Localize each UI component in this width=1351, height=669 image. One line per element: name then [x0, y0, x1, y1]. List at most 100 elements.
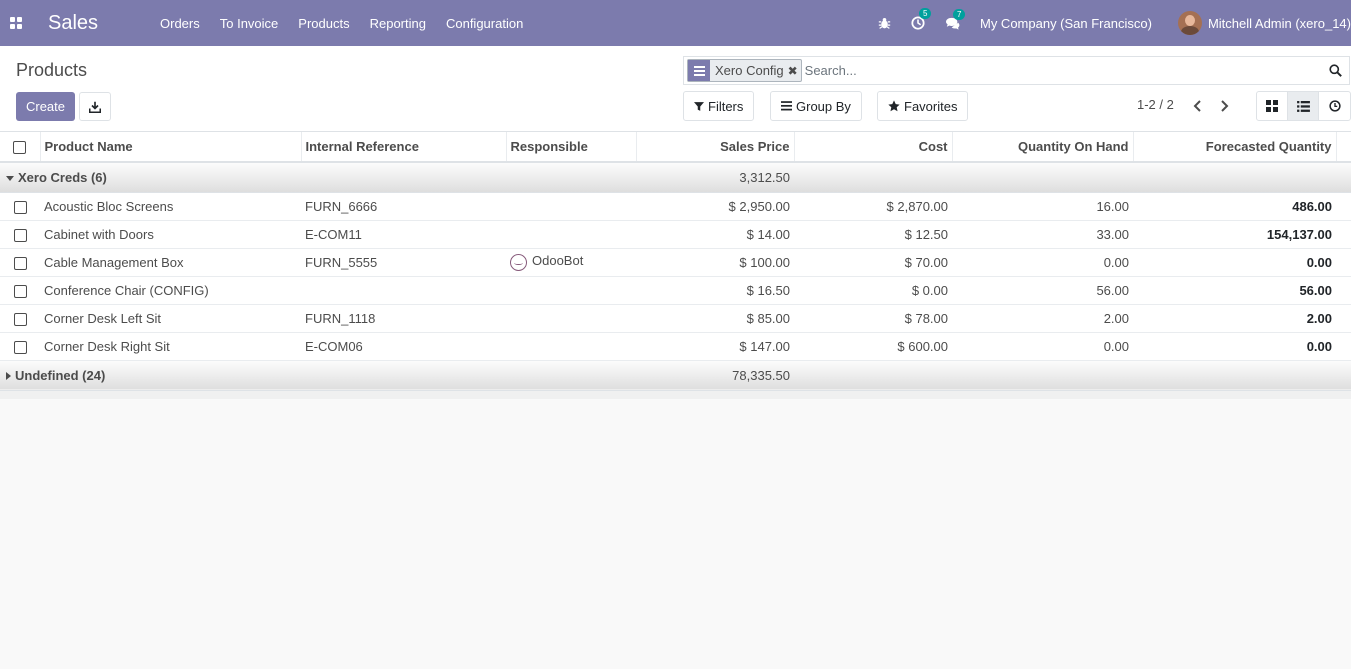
filters-button[interactable]: Filters [683, 91, 755, 121]
cell-responsible [506, 332, 636, 361]
cell-responsible [506, 192, 636, 221]
group-by-button[interactable]: Group By [770, 91, 862, 121]
user-menu[interactable]: Mitchell Admin (xero_14) [1177, 11, 1351, 35]
table-row[interactable]: Cable Management Box FURN_5555 OdooBot $… [0, 248, 1351, 277]
cell-qty-on-hand: 0.00 [952, 332, 1133, 361]
group-label: Xero Creds (6) [18, 169, 107, 185]
group-row[interactable]: Xero Creds (6) 3,312.50 [0, 162, 1351, 193]
favorites-label: Favorites [904, 98, 958, 114]
col-forecasted-quantity[interactable]: Forecasted Quantity [1133, 132, 1337, 163]
table-footer [0, 390, 1351, 399]
table-row[interactable]: Cabinet with Doors E-COM11 $ 14.00 $ 12.… [0, 220, 1351, 249]
row-checkbox[interactable] [13, 228, 27, 242]
cell-product-name: Cable Management Box [40, 248, 301, 277]
cell-internal-reference: FURN_1118 [301, 304, 506, 333]
cell-qty-on-hand: 2.00 [952, 304, 1133, 333]
table-row[interactable]: Corner Desk Right Sit E-COM06 $ 147.00 $… [0, 332, 1351, 361]
pager-next-icon[interactable] [1214, 96, 1236, 116]
row-checkbox[interactable] [13, 200, 27, 214]
kanban-view-icon[interactable] [1257, 92, 1288, 120]
cell-forecast: 154,137.00 [1133, 220, 1336, 249]
cell-sales-price: $ 147.00 [636, 332, 794, 361]
row-checkbox[interactable] [13, 256, 27, 270]
apps-menu-icon[interactable] [0, 0, 32, 46]
cell-qty-on-hand: 16.00 [952, 192, 1133, 221]
cell-forecast: 0.00 [1133, 248, 1336, 277]
cell-responsible-wrap: OdooBot [506, 248, 636, 277]
cell-qty-on-hand: 56.00 [952, 276, 1133, 305]
app-name[interactable]: Sales [48, 12, 160, 35]
row-checkbox[interactable] [13, 284, 27, 298]
download-icon [89, 101, 101, 113]
product-table: Product Name Internal Reference Responsi… [0, 132, 1351, 391]
pager-previous-icon[interactable] [1186, 96, 1208, 116]
col-sales-price[interactable]: Sales Price [636, 132, 795, 163]
activity-clock-icon[interactable]: 5 [911, 8, 932, 30]
cell-forecast: 56.00 [1133, 276, 1336, 305]
cell-responsible [506, 304, 636, 333]
list-view-icon[interactable] [1288, 92, 1319, 120]
group-label: Undefined (24) [15, 367, 106, 383]
row-checkbox[interactable] [13, 312, 27, 326]
favorites-button[interactable]: Favorites [877, 91, 969, 121]
select-all-checkbox[interactable] [13, 141, 27, 155]
col-responsible[interactable]: Responsible [506, 132, 637, 163]
cell-product-name: Corner Desk Right Sit [40, 332, 301, 361]
col-cost[interactable]: Cost [794, 132, 953, 163]
pager-value[interactable]: 1-2 / 2 [1137, 97, 1174, 112]
row-checkbox[interactable] [13, 340, 27, 354]
activity-view-icon[interactable] [1319, 92, 1350, 120]
cell-sales-price: $ 2,950.00 [636, 192, 794, 221]
filter-group-icon [688, 60, 710, 81]
filters-label: Filters [708, 98, 744, 114]
chat-icon[interactable]: 7 [945, 8, 966, 30]
facet-remove-icon[interactable]: ✖ [788, 64, 799, 78]
cell-sales-price: $ 100.00 [636, 248, 794, 277]
company-switcher[interactable]: My Company (San Francisco) [980, 16, 1152, 31]
menu-to-invoice[interactable]: To Invoice [220, 16, 279, 31]
table-row[interactable]: Conference Chair (CONFIG) $ 16.50 $ 0.00… [0, 276, 1351, 305]
list-icon [781, 101, 792, 111]
menu-orders[interactable]: Orders [160, 16, 200, 31]
col-quantity-on-hand[interactable]: Quantity On Hand [952, 132, 1134, 163]
table-header: Product Name Internal Reference Responsi… [0, 132, 1351, 163]
star-icon [888, 100, 900, 112]
cell-cost: $ 0.00 [794, 276, 952, 305]
menu-configuration[interactable]: Configuration [446, 16, 523, 31]
download-button[interactable] [79, 92, 111, 121]
cell-responsible: OdooBot [532, 253, 584, 269]
odoobot-avatar-icon [510, 253, 527, 271]
cell-forecast: 0.00 [1133, 332, 1336, 361]
group-row[interactable]: Undefined (24) 78,335.50 [0, 360, 1351, 391]
search-facet: Xero Config ✖ [687, 59, 802, 82]
cell-responsible [506, 276, 636, 305]
cell-product-name: Acoustic Bloc Screens [40, 192, 301, 221]
col-product-name[interactable]: Product Name [40, 132, 302, 163]
view-switcher [1256, 91, 1351, 121]
search-bar: Xero Config ✖ [683, 56, 1350, 85]
create-button[interactable]: Create [16, 92, 75, 121]
col-internal-reference[interactable]: Internal Reference [301, 132, 507, 163]
cell-product-name: Conference Chair (CONFIG) [40, 276, 301, 305]
col-optional[interactable] [1336, 132, 1351, 163]
cell-product-name: Cabinet with Doors [40, 220, 301, 249]
cell-cost: $ 70.00 [794, 248, 952, 277]
search-icon[interactable] [1325, 64, 1345, 77]
filter-icon [694, 101, 704, 111]
group-sales-total: 3,312.50 [636, 162, 794, 193]
user-name: Mitchell Admin (xero_14) [1207, 15, 1351, 31]
facet-label: Xero Config [715, 63, 784, 78]
activity-badge: 5 [918, 8, 932, 19]
menu-reporting[interactable]: Reporting [370, 16, 426, 31]
cell-sales-price: $ 85.00 [636, 304, 794, 333]
cell-internal-reference: FURN_6666 [301, 192, 506, 221]
menu-products[interactable]: Products [298, 16, 349, 31]
bug-icon[interactable] [878, 17, 891, 30]
table-row[interactable]: Corner Desk Left Sit FURN_1118 $ 85.00 $… [0, 304, 1351, 333]
search-input[interactable] [804, 63, 1325, 78]
cell-sales-price: $ 14.00 [636, 220, 794, 249]
cell-sales-price: $ 16.50 [636, 276, 794, 305]
select-all-cell[interactable] [0, 132, 41, 163]
table-row[interactable]: Acoustic Bloc Screens FURN_6666 $ 2,950.… [0, 192, 1351, 221]
cell-internal-reference [301, 276, 506, 305]
